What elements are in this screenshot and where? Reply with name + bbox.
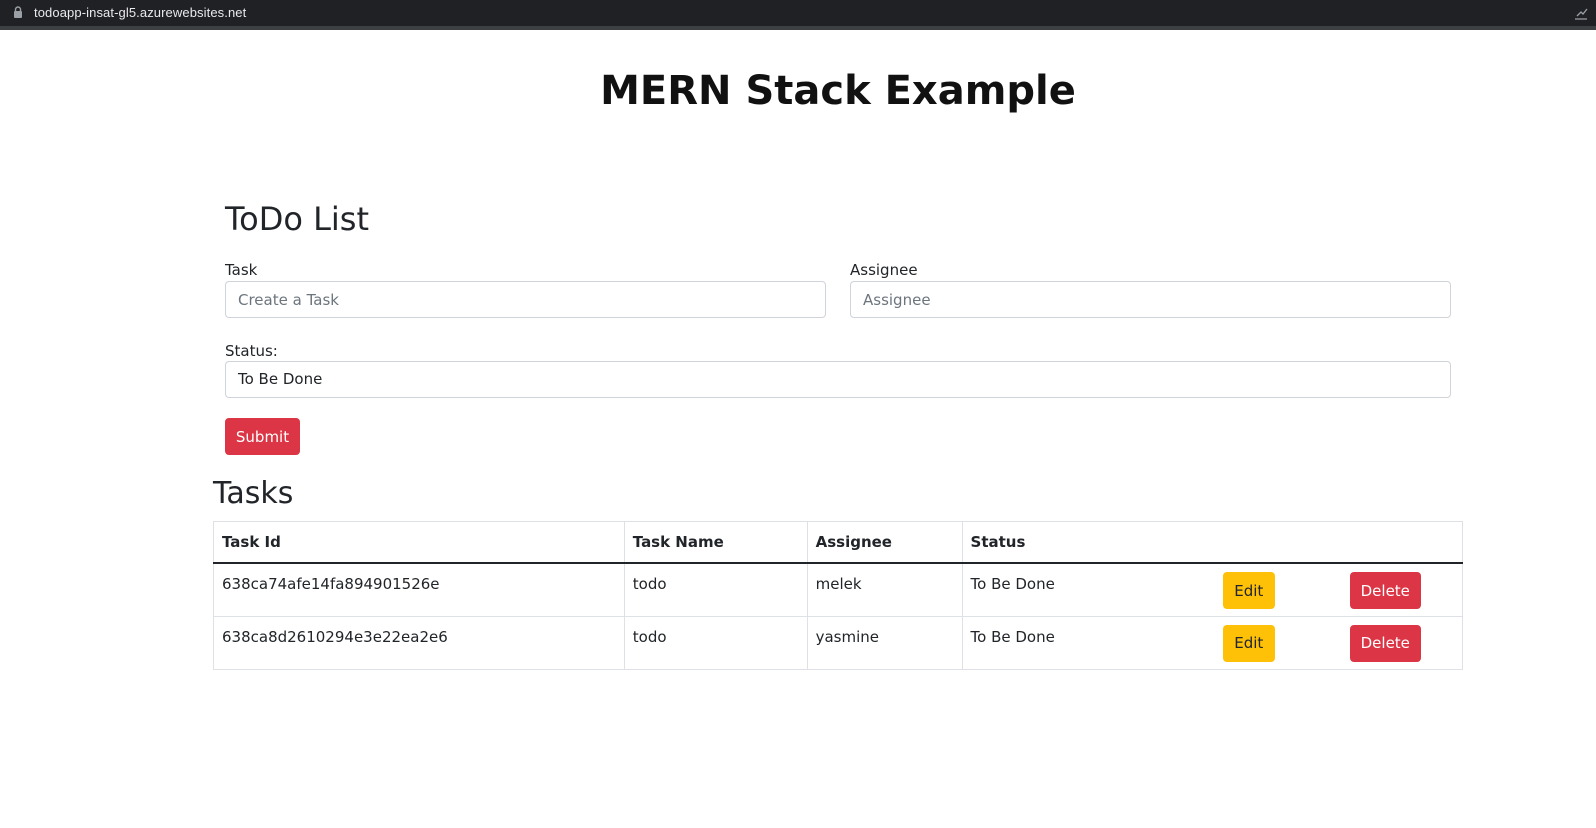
- cell-task-id: 638ca8d2610294e3e22ea2e6: [213, 615, 625, 670]
- edit-button[interactable]: Edit: [1222, 624, 1275, 662]
- column-header-assignee: Assignee: [806, 521, 963, 564]
- assignee-label: Assignee: [850, 261, 918, 279]
- cell-actions: Edit Delete: [961, 615, 1421, 670]
- extension-icon[interactable]: [1574, 6, 1588, 20]
- submit-button[interactable]: Submit: [225, 418, 300, 455]
- column-header-status: Status: [961, 521, 1202, 564]
- cell-actions: Edit Delete: [961, 562, 1421, 617]
- page-title: MERN Stack Example: [600, 68, 1076, 114]
- column-header-task-name: Task Name: [623, 521, 808, 564]
- cell-task-name: todo: [623, 615, 808, 670]
- todo-form-title: ToDo List: [225, 200, 370, 238]
- tasks-title: Tasks: [213, 476, 294, 511]
- assignee-input[interactable]: [850, 281, 1451, 318]
- column-header-task-id: Task Id: [213, 521, 625, 564]
- status-select[interactable]: To Be Done: [225, 361, 1451, 398]
- status-label: Status:: [225, 342, 278, 360]
- lock-icon: [14, 6, 22, 18]
- cell-task-id: 638ca74afe14fa894901526e: [213, 562, 625, 617]
- table-row: 638ca8d2610294e3e22ea2e6 todo yasmine To…: [213, 615, 1463, 670]
- task-input[interactable]: [225, 281, 826, 318]
- edit-button[interactable]: Edit: [1222, 572, 1275, 609]
- status-select-value: To Be Done: [238, 370, 323, 388]
- delete-button[interactable]: Delete: [1349, 624, 1421, 662]
- task-label: Task: [225, 261, 258, 279]
- url-text[interactable]: todoapp-insat-gl5.azurewebsites.net: [34, 5, 246, 20]
- table-row: 638ca74afe14fa894901526e todo melek To B…: [213, 562, 1463, 617]
- cell-task-name: todo: [623, 562, 808, 617]
- table-header-row: Task Id Task Name Assignee Status: [213, 521, 1463, 564]
- tasks-table: Task Id Task Name Assignee Status 638ca7…: [213, 521, 1463, 670]
- browser-address-bar: todoapp-insat-gl5.azurewebsites.net: [0, 0, 1596, 30]
- cell-assignee: yasmine: [806, 615, 963, 670]
- column-header-actions: [1201, 521, 1463, 564]
- cell-assignee: melek: [806, 562, 963, 617]
- delete-button[interactable]: Delete: [1349, 572, 1421, 609]
